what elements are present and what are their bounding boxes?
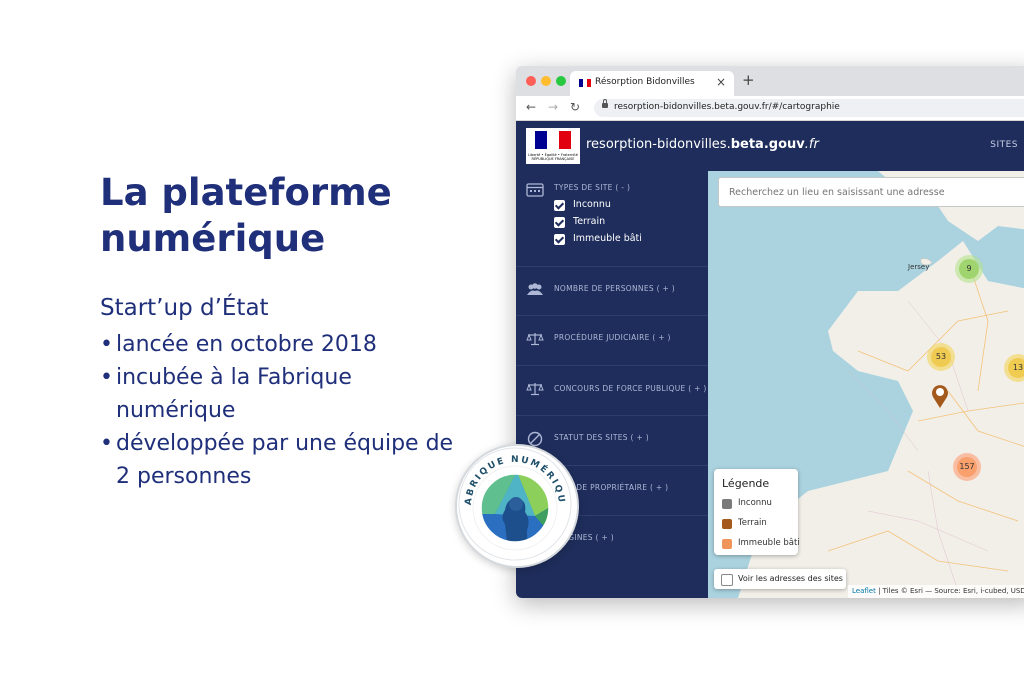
- map-cluster[interactable]: 13: [1004, 354, 1024, 382]
- url-text: resorption-bidonvilles.beta.gouv.fr/#/ca…: [614, 102, 840, 112]
- tab-bar: Résorption Bidonvilles × +: [516, 66, 1024, 96]
- bullet-item: incubée à la Fabrique numérique: [100, 361, 460, 427]
- map-cluster[interactable]: 9: [955, 255, 983, 283]
- legend-swatch: [722, 519, 732, 529]
- search-placeholder: Recherchez un lieu en saisissant une adr…: [729, 187, 945, 198]
- checkbox-label: Inconnu: [573, 199, 611, 210]
- fabrique-numerique-badge: FABRIQUE NUMÉRIQUE: [455, 444, 579, 568]
- legend-swatch: [722, 499, 732, 509]
- checkbox-label: Terrain: [573, 216, 606, 227]
- map-legend: Légende Inconnu Terrain Immeuble bâti: [714, 469, 800, 555]
- legend-label: Immeuble bâti: [738, 538, 800, 548]
- checkbox-checked-icon[interactable]: [554, 217, 565, 228]
- filter-title: STATUT DES SITES ( + ): [554, 433, 649, 442]
- site-name-suffix: .fr: [804, 137, 819, 152]
- reload-icon[interactable]: ↻: [570, 100, 580, 114]
- fabrique-numerique-logo: FABRIQUE NUMÉRIQUE: [455, 444, 572, 561]
- minimize-window-button[interactable]: [541, 76, 551, 86]
- calendar-icon: [526, 183, 544, 197]
- checkbox-unchecked-icon[interactable]: [721, 574, 733, 586]
- site-header: Liberté • Égalité • Fraternité RÉPUBLIQU…: [516, 121, 1024, 171]
- tab-title: Résorption Bidonvilles: [595, 77, 695, 87]
- filter-procedure-judiciaire[interactable]: PROCÉDURE JUDICIAIRE ( + ): [516, 316, 708, 366]
- people-icon: [527, 283, 543, 295]
- bullet-item: développée par une équipe de 2 personnes: [100, 427, 460, 493]
- site-name-prefix: resorption-bidonvilles.: [586, 137, 731, 152]
- legend-title: Légende: [722, 477, 770, 490]
- republique-francaise-logo[interactable]: Liberté • Égalité • Fraternité RÉPUBLIQU…: [526, 128, 580, 164]
- slide-subtitle: Start’up d’État: [100, 295, 269, 321]
- map-marker-icon[interactable]: [930, 383, 950, 409]
- legend-label: Terrain: [738, 518, 767, 528]
- filter-title: CONCOURS DE FORCE PUBLIQUE ( + ): [554, 384, 707, 393]
- map-view[interactable]: Recherchez un lieu en saisissant une adr…: [708, 171, 1024, 598]
- filter-nombre-de-personnes[interactable]: NOMBRE DE PERSONNES ( + ): [516, 266, 708, 316]
- legend-label: Inconnu: [738, 498, 772, 508]
- site-name[interactable]: resorption-bidonvilles.beta.gouv.fr: [586, 137, 819, 152]
- maximize-window-button[interactable]: [556, 76, 566, 86]
- bullet-item: lancée en octobre 2018: [100, 328, 460, 361]
- french-flag-icon: [579, 79, 591, 87]
- map-cluster[interactable]: 53: [927, 343, 955, 371]
- map-attribution: Leaflet | Tiles © Esri — Source: Esri, i…: [848, 585, 1024, 598]
- filter-concours-force-publique[interactable]: CONCOURS DE FORCE PUBLIQUE ( + ): [516, 366, 708, 416]
- close-tab-icon[interactable]: ×: [716, 75, 726, 89]
- new-tab-button[interactable]: +: [742, 72, 755, 88]
- address-search-input[interactable]: Recherchez un lieu en saisissant une adr…: [718, 177, 1024, 207]
- back-icon[interactable]: ←: [526, 100, 536, 114]
- slide-title: La plateforme numérique: [100, 171, 392, 260]
- legend-swatch: [722, 539, 732, 549]
- url-bar: ← → ↻ resorption-bidonvilles.beta.gouv.f…: [516, 96, 1024, 121]
- filter-title: NOMBRE DE PERSONNES ( + ): [554, 284, 676, 293]
- slide-bullet-list: lancée en octobre 2018 incubée à la Fabr…: [100, 328, 460, 493]
- close-window-button[interactable]: [526, 76, 536, 86]
- browser-window: Résorption Bidonvilles × + ← → ↻ resorpt…: [516, 66, 1024, 598]
- nav-sites-link[interactable]: SITES: [990, 140, 1018, 150]
- lock-icon: [602, 99, 608, 108]
- address-field[interactable]: resorption-bidonvilles.beta.gouv.fr/#/ca…: [594, 99, 1024, 117]
- scales-icon: [526, 333, 544, 346]
- checkbox-checked-icon[interactable]: [554, 200, 565, 211]
- site-name-bold: beta.gouv: [730, 137, 805, 152]
- map-cluster[interactable]: 157: [953, 453, 981, 481]
- filter-title[interactable]: TYPES DE SITE ( - ): [554, 183, 630, 192]
- logo-text: Liberté • Égalité • Fraternité RÉPUBLIQU…: [528, 153, 578, 161]
- map-place-label: Jersey: [908, 263, 930, 271]
- attribution-text: | Tiles © Esri — Source: Esri, i-cubed, …: [875, 587, 1024, 595]
- toggle-label: Voir les adresses des sites: [738, 574, 843, 583]
- scales-icon: [526, 383, 544, 396]
- checkbox-label: Immeuble bâti: [573, 233, 642, 244]
- browser-tab[interactable]: Résorption Bidonvilles ×: [570, 71, 734, 96]
- show-addresses-toggle[interactable]: Voir les adresses des sites: [714, 569, 846, 589]
- forward-icon[interactable]: →: [548, 100, 558, 114]
- filter-types-de-site: TYPES DE SITE ( - ) Inconnu Terrain Imme…: [516, 171, 708, 267]
- leaflet-link[interactable]: Leaflet: [852, 587, 876, 595]
- filter-title: PROCÉDURE JUDICIAIRE ( + ): [554, 333, 671, 342]
- checkbox-checked-icon[interactable]: [554, 234, 565, 245]
